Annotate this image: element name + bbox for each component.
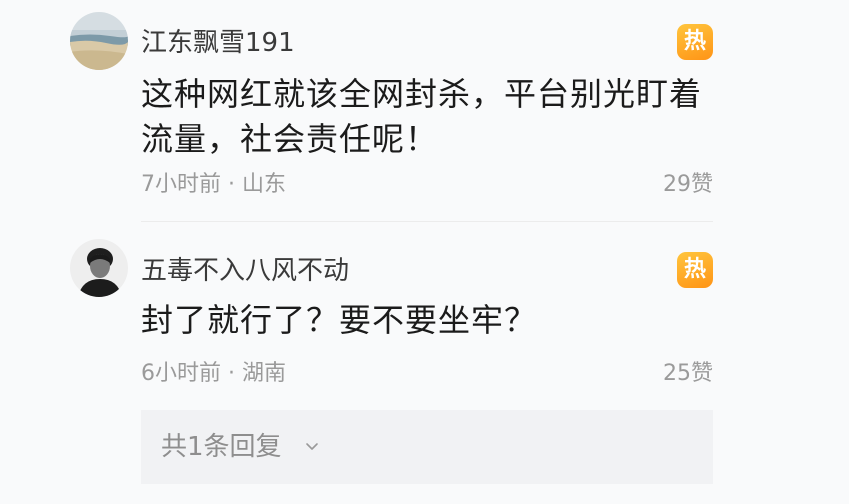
view-replies-button[interactable]: 共1条回复: [141, 410, 713, 484]
username[interactable]: 五毒不入八风不动: [141, 254, 349, 288]
comment-item: 江东飘雪191 热 这种网红就该全网封杀，平台别光盯着流量，社会责任呢！ 7小时…: [0, 0, 849, 224]
comment-meta: 6小时前 · 湖南: [141, 361, 286, 386]
like-count[interactable]: 29赞: [663, 171, 713, 199]
beach-landscape-avatar: [70, 12, 128, 70]
portrait-photo-avatar: [70, 239, 128, 297]
divider: [141, 221, 713, 222]
comment-item: 五毒不入八风不动 热 封了就行了？要不要坐牢？ 6小时前 · 湖南 25赞 共1…: [0, 224, 849, 504]
user-avatar[interactable]: [70, 239, 128, 297]
hot-badge: 热: [677, 24, 713, 60]
comment-text: 封了就行了？要不要坐牢？: [141, 301, 538, 339]
chevron-down-icon: [306, 443, 318, 450]
comment-text: 这种网红就该全网封杀，平台别光盯着流量，社会责任呢！: [141, 75, 703, 158]
comment-list: 江东飘雪191 热 这种网红就该全网封杀，平台别光盯着流量，社会责任呢！ 7小时…: [0, 0, 849, 504]
like-count[interactable]: 25赞: [663, 360, 713, 388]
username[interactable]: 江东飘雪191: [141, 26, 295, 60]
user-avatar[interactable]: [70, 12, 128, 70]
hot-badge: 热: [677, 252, 713, 288]
comment-meta: 7小时前 · 山东: [141, 172, 286, 197]
replies-label: 共1条回复: [161, 432, 282, 462]
